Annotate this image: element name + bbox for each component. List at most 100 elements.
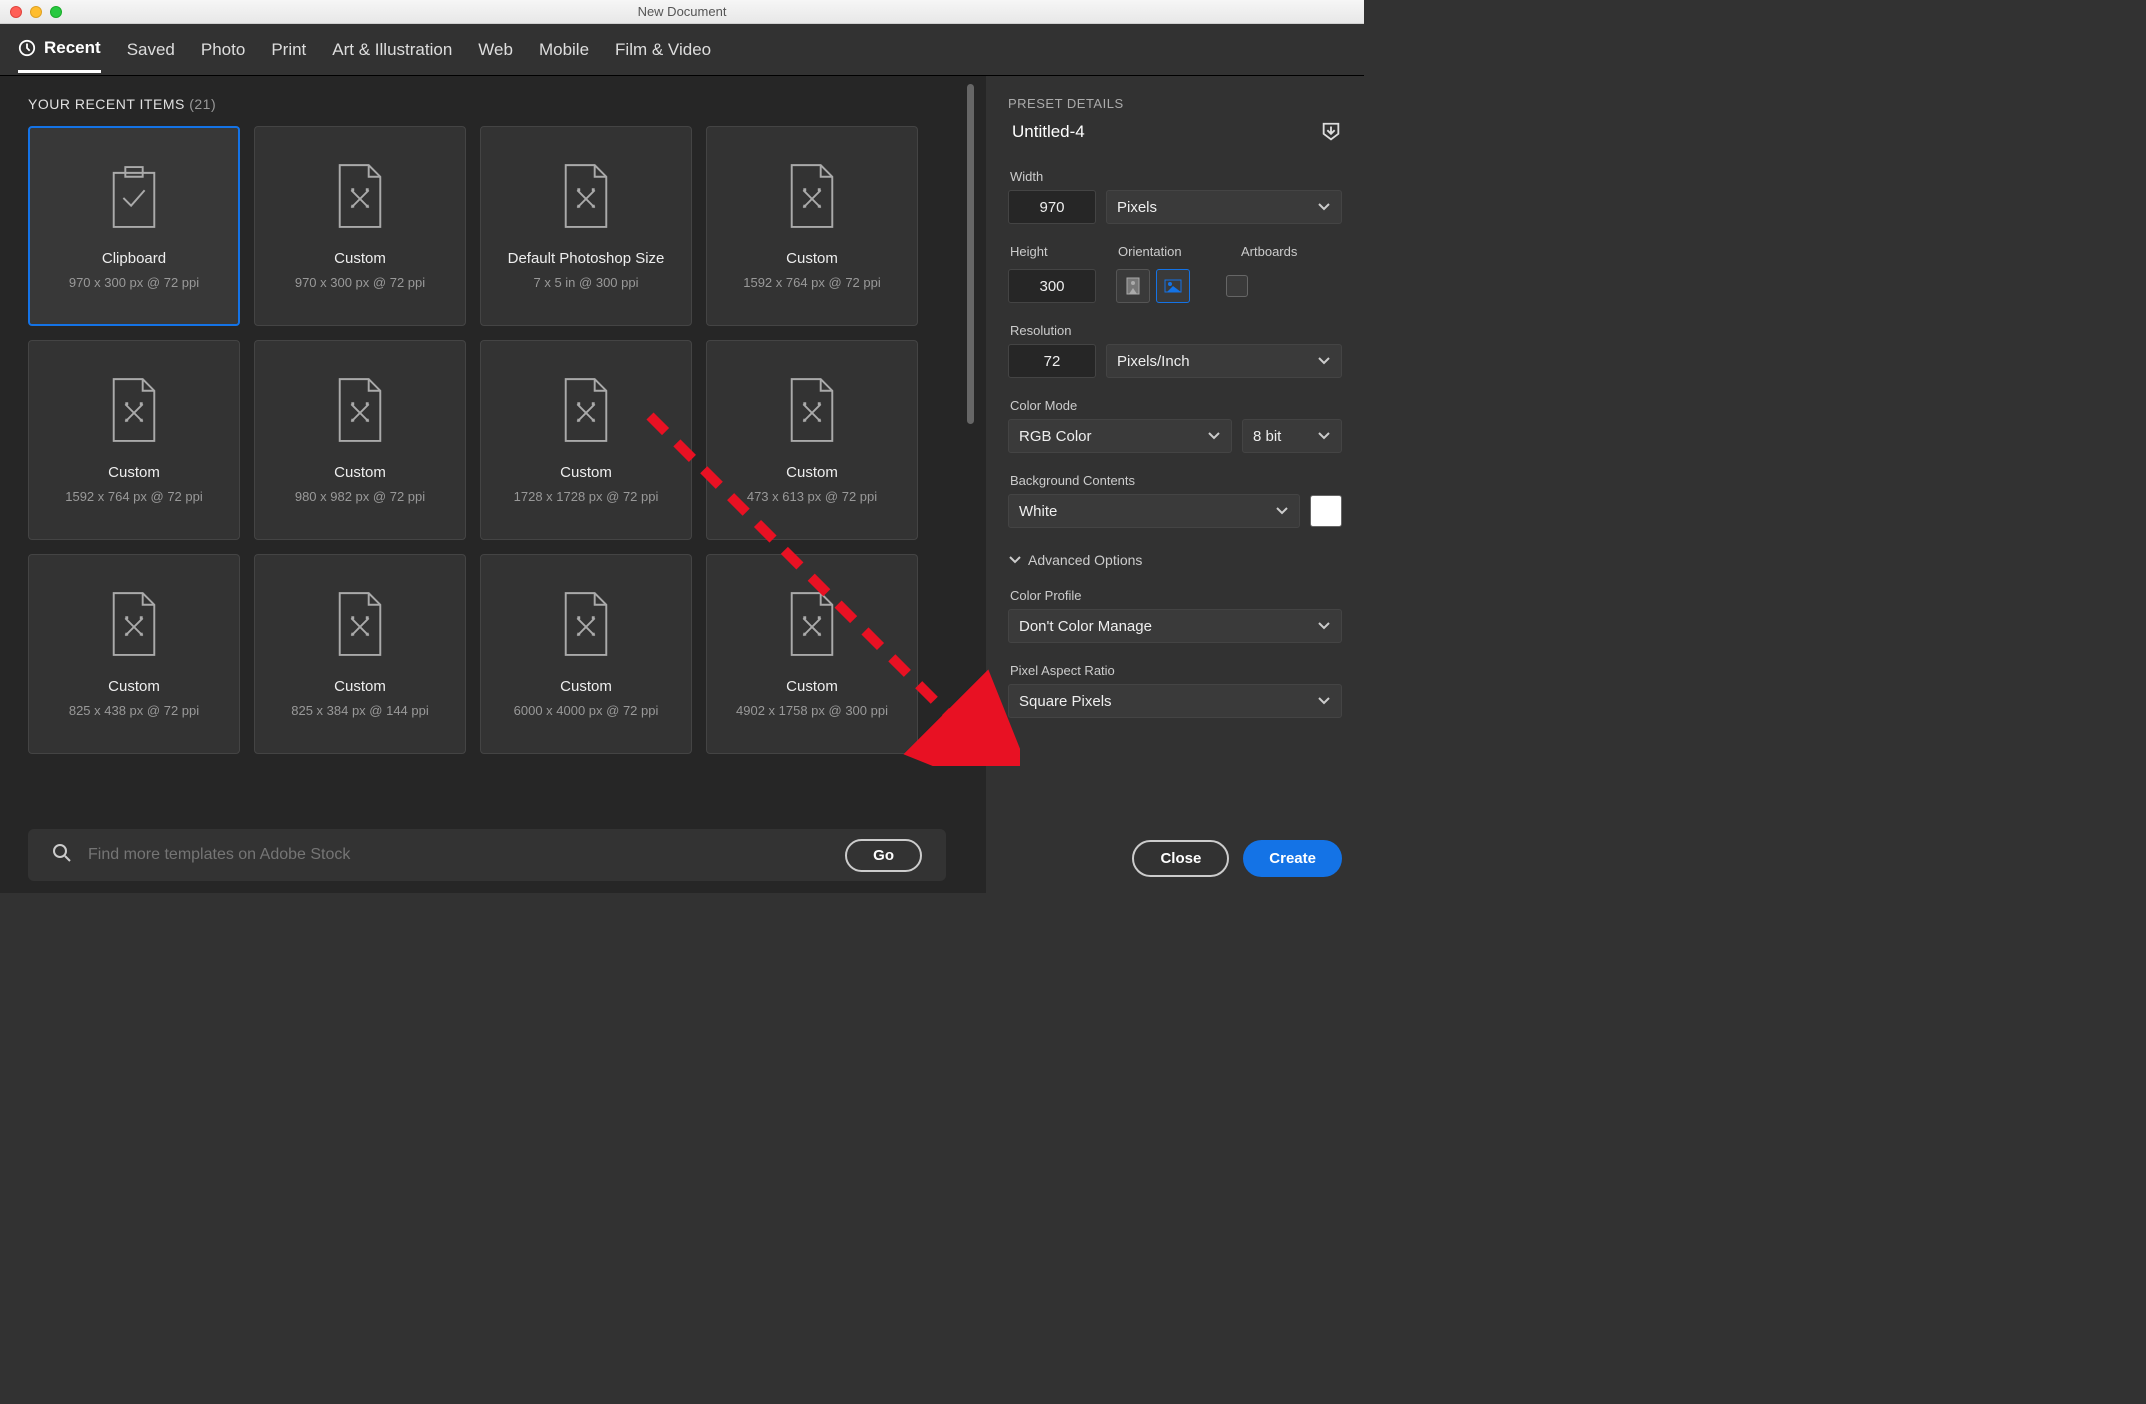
resolution-input[interactable] (1008, 344, 1096, 378)
preset-card[interactable]: Custom 1592 x 764 px @ 72 ppi (28, 340, 240, 540)
preset-card-subtitle: 473 x 613 px @ 72 ppi (747, 489, 877, 504)
document-icon (558, 376, 614, 446)
preset-card[interactable]: Custom1728 x 1728 px @ 72 ppi (480, 340, 692, 540)
preset-card[interactable]: Custom 825 x 384 px @ 144 ppi (254, 554, 466, 754)
tab-saved[interactable]: Saved (127, 28, 175, 72)
document-name[interactable]: Untitled-4 (1008, 122, 1310, 142)
width-unit-select[interactable]: Pixels (1106, 190, 1342, 224)
preset-card-subtitle: 1728 x 1728 px @ 72 ppi (514, 489, 659, 504)
preset-card-subtitle: 825 x 384 px @ 144 ppi (291, 703, 429, 718)
preset-card-subtitle: 1592 x 764 px @ 72 ppi (743, 275, 881, 290)
preset-card-subtitle: 6000 x 4000 px @ 72 ppi (514, 703, 659, 718)
close-button[interactable]: Close (1132, 840, 1229, 877)
document-icon (784, 162, 840, 232)
document-icon (784, 376, 840, 446)
preset-card-title: Custom (786, 250, 838, 267)
chevron-down-icon (1207, 429, 1221, 443)
resolution-unit-select[interactable]: Pixels/Inch (1106, 344, 1342, 378)
document-icon (332, 590, 388, 660)
preset-card-subtitle: 825 x 438 px @ 72 ppi (69, 703, 199, 718)
presets-panel: YOUR RECENT ITEMS (21) Clipboard970 x 30… (0, 76, 986, 893)
chevron-down-icon (1275, 504, 1289, 518)
preset-card[interactable]: Custom825 x 438 px @ 72 ppi (28, 554, 240, 754)
preset-card-title: Custom (334, 250, 386, 267)
preset-card-title: Custom (786, 464, 838, 481)
stock-search-input[interactable] (88, 846, 829, 864)
color-mode-select[interactable]: RGB Color (1008, 419, 1232, 453)
chevron-down-icon (1317, 694, 1331, 708)
tab-web[interactable]: Web (478, 28, 513, 72)
traffic-close[interactable] (10, 6, 22, 18)
chevron-down-icon (1008, 553, 1022, 567)
artboards-checkbox[interactable] (1226, 275, 1248, 297)
color-profile-label: Color Profile (1010, 588, 1342, 603)
preset-card-title: Custom (108, 464, 160, 481)
preset-card-subtitle: 1592 x 764 px @ 72 ppi (65, 489, 203, 504)
height-input[interactable] (1008, 269, 1096, 303)
window-titlebar: New Document (0, 0, 1364, 24)
chevron-down-icon (1317, 619, 1331, 633)
chevron-down-icon (1317, 200, 1331, 214)
background-swatch[interactable] (1310, 495, 1342, 527)
document-icon (558, 590, 614, 660)
tab-label: Recent (44, 38, 101, 58)
search-icon (52, 843, 72, 868)
width-input[interactable] (1008, 190, 1096, 224)
traffic-minimize[interactable] (30, 6, 42, 18)
tab-print[interactable]: Print (271, 28, 306, 72)
tab-mobile[interactable]: Mobile (539, 28, 589, 72)
category-tabs: Recent Saved Photo Print Art & Illustrat… (0, 24, 1364, 76)
clipboard-icon (106, 162, 162, 232)
background-select[interactable]: White (1008, 494, 1300, 528)
tab-photo[interactable]: Photo (201, 28, 245, 72)
preset-details-header: PRESET DETAILS (1008, 96, 1342, 111)
create-button[interactable]: Create (1243, 840, 1342, 877)
go-button[interactable]: Go (845, 839, 922, 872)
document-icon (106, 376, 162, 446)
tab-recent[interactable]: Recent (18, 26, 101, 73)
pixel-aspect-ratio-select[interactable]: Square Pixels (1008, 684, 1342, 718)
preset-card[interactable]: Clipboard970 x 300 px @ 72 ppi (28, 126, 240, 326)
preset-card-subtitle: 4902 x 1758 px @ 300 ppi (736, 703, 888, 718)
preset-card-subtitle: 980 x 982 px @ 72 ppi (295, 489, 425, 504)
preset-details-panel: PRESET DETAILS Untitled-4 Width Pixels H… (986, 76, 1364, 893)
chevron-down-icon (1317, 354, 1331, 368)
preset-card-subtitle: 970 x 300 px @ 72 ppi (295, 275, 425, 290)
width-label: Width (1010, 169, 1342, 184)
preset-card-subtitle: 7 x 5 in @ 300 ppi (534, 275, 639, 290)
color-depth-select[interactable]: 8 bit (1242, 419, 1342, 453)
tab-art-illustration[interactable]: Art & Illustration (332, 28, 452, 72)
preset-card[interactable]: Default Photoshop Size 7 x 5 in @ 300 ppi (480, 126, 692, 326)
preset-card-title: Custom (334, 678, 386, 695)
preset-card[interactable]: Custom 473 x 613 px @ 72 ppi (706, 340, 918, 540)
preset-card[interactable]: Custom 6000 x 4000 px @ 72 ppi (480, 554, 692, 754)
scrollbar[interactable] (967, 84, 974, 424)
color-mode-label: Color Mode (1010, 398, 1342, 413)
clock-icon (18, 39, 36, 57)
artboards-label: Artboards (1241, 244, 1342, 259)
orientation-portrait[interactable] (1116, 269, 1150, 303)
preset-card-title: Custom (560, 678, 612, 695)
height-label: Height (1010, 244, 1096, 259)
traffic-maximize[interactable] (50, 6, 62, 18)
tab-film-video[interactable]: Film & Video (615, 28, 711, 72)
pixel-aspect-ratio-label: Pixel Aspect Ratio (1010, 663, 1342, 678)
resolution-label: Resolution (1010, 323, 1342, 338)
save-preset-icon[interactable] (1320, 121, 1342, 143)
preset-card-title: Clipboard (102, 250, 166, 267)
preset-card-title: Custom (786, 678, 838, 695)
window-title: New Document (0, 4, 1364, 19)
document-icon (106, 590, 162, 660)
preset-card-title: Default Photoshop Size (508, 250, 665, 267)
document-icon (332, 376, 388, 446)
preset-card[interactable]: Custom 1592 x 764 px @ 72 ppi (706, 126, 918, 326)
preset-card[interactable]: Custom980 x 982 px @ 72 ppi (254, 340, 466, 540)
recent-heading: YOUR RECENT ITEMS (21) (28, 96, 986, 112)
preset-grid: Clipboard970 x 300 px @ 72 ppi Custom 970 … (28, 126, 986, 754)
orientation-landscape[interactable] (1156, 269, 1190, 303)
color-profile-select[interactable]: Don't Color Manage (1008, 609, 1342, 643)
preset-card[interactable]: Custom 4902 x 1758 px @ 300 ppi (706, 554, 918, 754)
advanced-options-toggle[interactable]: Advanced Options (1008, 552, 1342, 568)
chevron-down-icon (1317, 429, 1331, 443)
preset-card[interactable]: Custom 970 x 300 px @ 72 ppi (254, 126, 466, 326)
